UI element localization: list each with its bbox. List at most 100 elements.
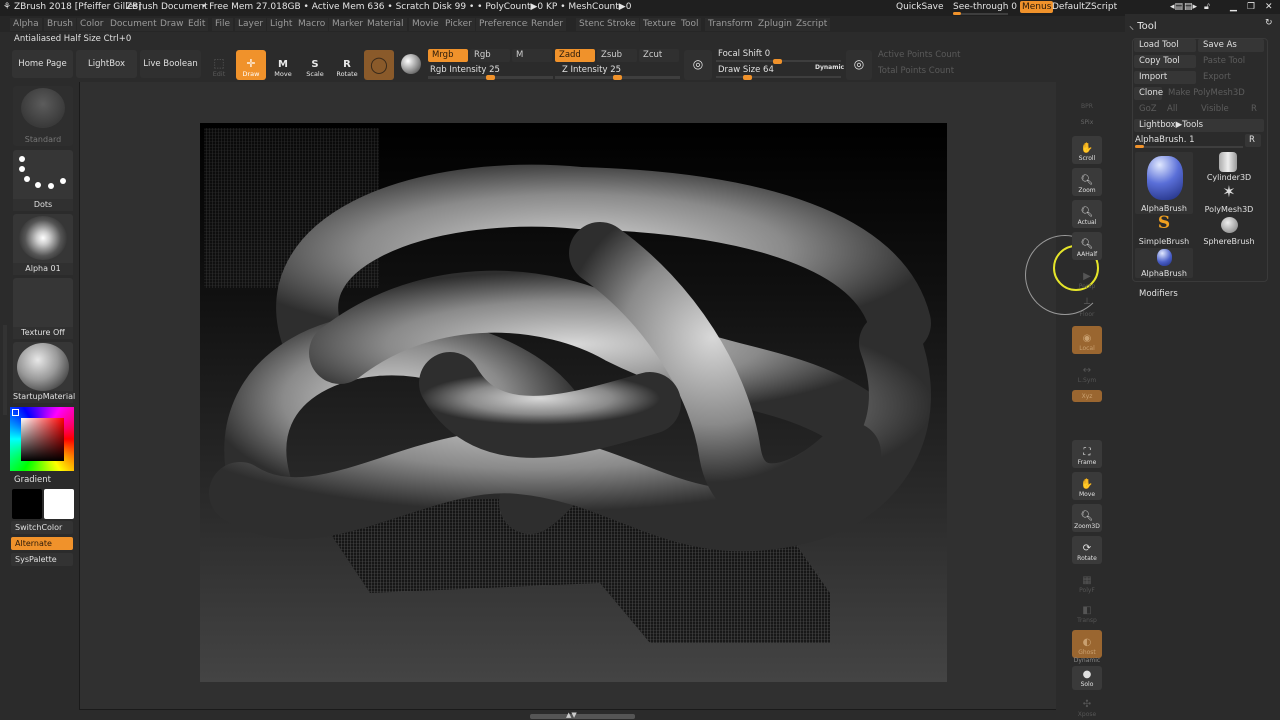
current-tool-slider[interactable] — [1135, 145, 1243, 148]
texture-selector[interactable]: Texture Off — [13, 278, 73, 339]
visible-button[interactable]: Visible — [1196, 103, 1244, 116]
main-color-swatch[interactable] — [12, 489, 42, 519]
tool-r-button[interactable]: R — [1245, 134, 1261, 147]
material-selector[interactable]: StartupMaterial — [13, 342, 75, 403]
canvas-scroll-arrows-icon[interactable]: ▲▼ — [566, 711, 577, 719]
focal-shift-knob[interactable] — [773, 59, 782, 64]
mrgb-button[interactable]: Mrgb — [428, 49, 468, 62]
close-icon[interactable]: ✕ — [1265, 2, 1273, 12]
menu-render[interactable]: Render — [528, 18, 567, 31]
menu-material[interactable]: Material — [364, 18, 407, 31]
stroke-d-button[interactable]: ◎ — [846, 50, 872, 80]
see-through-knob[interactable] — [953, 12, 961, 15]
menu-brush[interactable]: Brush — [44, 18, 76, 31]
shelf-aahalf-button[interactable]: 🔍︎ AAHalf — [1072, 232, 1102, 260]
paste-tool-button[interactable]: Paste Tool — [1198, 55, 1264, 68]
menu-marker[interactable]: Marker — [329, 18, 367, 31]
canvas-bottom-scroll[interactable] — [530, 714, 635, 719]
shelf-zoom-button[interactable]: 🔍︎ Zoom — [1072, 168, 1102, 196]
shelf-polyf-button[interactable]: ▦ PolyF — [1072, 570, 1102, 596]
shelf-scroll-button[interactable]: ✋ Scroll — [1072, 136, 1102, 164]
shelf-bpr-button[interactable]: BPR — [1072, 92, 1102, 112]
menu-zplugin[interactable]: Zplugin — [755, 18, 796, 31]
menu-layer[interactable]: Layer — [235, 18, 267, 31]
tool-thumb-spherebrush[interactable]: SphereBrush — [1197, 216, 1261, 246]
shelf-floor-button[interactable]: ┴ Floor — [1072, 299, 1102, 320]
load-tool-button[interactable]: Load Tool — [1134, 39, 1196, 52]
stroke-selector[interactable]: Dots — [13, 150, 73, 211]
layout2-icon[interactable]: ▤▸ — [1184, 2, 1197, 12]
export-button[interactable]: Export — [1198, 71, 1264, 84]
shelf-frame-button[interactable]: ⛶ Frame — [1072, 440, 1102, 468]
default-zscript-button[interactable]: DefaultZScript — [1052, 2, 1117, 12]
rgb-intensity-knob[interactable] — [486, 75, 495, 80]
shelf-actual-button[interactable]: 🔍︎ Actual — [1072, 200, 1102, 228]
menu-stroke[interactable]: Stroke — [604, 18, 639, 31]
color-picker[interactable] — [10, 407, 74, 471]
shelf-lsym-button[interactable]: ↔ L.Sym — [1072, 364, 1102, 386]
menu-tool[interactable]: Tool — [678, 18, 702, 31]
current-tool-slider-label[interactable]: AlphaBrush. 1 — [1135, 135, 1195, 145]
menu-edit[interactable]: Edit — [185, 18, 209, 31]
tool-thumb-cylinder3d[interactable]: Cylinder3D — [1197, 152, 1261, 182]
menu-light[interactable]: Light — [267, 18, 296, 31]
tool-thumb-alphabrush[interactable]: AlphaBrush — [1135, 152, 1193, 214]
zadd-button[interactable]: Zadd — [555, 49, 595, 62]
shelf-xpose-button[interactable]: ✣ Xpose — [1072, 696, 1102, 720]
tool-thumb-simplebrush[interactable]: S SimpleBrush — [1133, 213, 1195, 246]
live-boolean-button[interactable]: Live Boolean — [140, 50, 201, 78]
menu-macro[interactable]: Macro — [295, 18, 329, 31]
shelf-persp-button[interactable]: ▶ Persp — [1072, 264, 1102, 292]
dynamic-toggle[interactable]: Dynamic — [815, 64, 844, 71]
document-canvas[interactable] — [200, 123, 947, 682]
shelf-rotate-button[interactable]: ⟳ Rotate — [1072, 536, 1102, 564]
focal-shift-slider[interactable] — [716, 59, 841, 64]
see-through-slider[interactable] — [953, 12, 1008, 15]
draw-size-knob[interactable] — [743, 75, 752, 80]
rotate-button[interactable]: R Rotate — [332, 50, 362, 80]
material-sphere-button[interactable] — [396, 50, 426, 80]
shelf-xyz-button[interactable]: Xyz — [1072, 390, 1102, 402]
m-button[interactable]: M — [512, 49, 552, 62]
tool-thumb-alphabrush-2[interactable]: AlphaBrush — [1135, 248, 1193, 278]
menu-zscript[interactable]: Zscript — [793, 18, 831, 31]
rgb-button[interactable]: Rgb — [470, 49, 510, 62]
current-tool-knob[interactable] — [1135, 145, 1144, 148]
shelf-zoom3d-button[interactable]: 🔍︎ Zoom3D — [1072, 504, 1102, 532]
clone-button[interactable]: Clone — [1134, 87, 1163, 100]
save-as-button[interactable]: Save As — [1198, 39, 1264, 52]
lightbox-button[interactable]: LightBox — [76, 50, 137, 78]
switch-color-button[interactable]: SwitchColor — [11, 521, 73, 534]
menu-transform[interactable]: Transform — [705, 18, 756, 31]
menu-picker[interactable]: Picker — [442, 18, 475, 31]
gradient-label[interactable]: Gradient — [14, 475, 51, 485]
all-button[interactable]: All — [1162, 103, 1194, 116]
goz-r-button[interactable]: R — [1246, 103, 1262, 116]
draw-size-slider[interactable] — [716, 75, 841, 80]
see-through-slider-label[interactable]: See-through 0 — [953, 2, 1017, 12]
menu-movie[interactable]: Movie — [409, 18, 442, 31]
brush-selector[interactable]: Standard — [13, 86, 73, 146]
restore-icon[interactable]: ❐ — [1247, 2, 1255, 12]
shelf-solo-button[interactable]: ● Solo — [1072, 666, 1102, 690]
zsub-button[interactable]: Zsub — [597, 49, 637, 62]
copy-tool-button[interactable]: Copy Tool — [1134, 55, 1196, 68]
stroke-s-button[interactable]: ◎ — [684, 50, 712, 80]
color-hue-marker[interactable] — [12, 409, 19, 416]
sculptris-pro-button[interactable]: ◯ — [364, 50, 394, 80]
z-intensity-knob[interactable] — [613, 75, 622, 80]
secondary-color-swatch[interactable] — [44, 489, 74, 519]
shelf-ghost-button[interactable]: ◐ Ghost — [1072, 630, 1102, 658]
scale-button[interactable]: S Scale — [300, 50, 330, 80]
menu-draw[interactable]: Draw — [157, 18, 187, 31]
home-page-button[interactable]: Home Page — [12, 50, 73, 78]
lock-icon[interactable]: 🔓︎ — [1204, 2, 1210, 12]
rgb-intensity-slider[interactable] — [428, 75, 553, 80]
import-button[interactable]: Import — [1134, 71, 1196, 84]
syspalette-button[interactable]: SysPalette — [11, 553, 73, 566]
goz-button[interactable]: GoZ — [1134, 103, 1160, 116]
shelf-move-button[interactable]: ✋ Move — [1072, 472, 1102, 500]
zcut-button[interactable]: Zcut — [639, 49, 679, 62]
alpha-selector[interactable]: Alpha 01 — [13, 214, 73, 275]
left-tray-handle[interactable] — [3, 325, 7, 415]
